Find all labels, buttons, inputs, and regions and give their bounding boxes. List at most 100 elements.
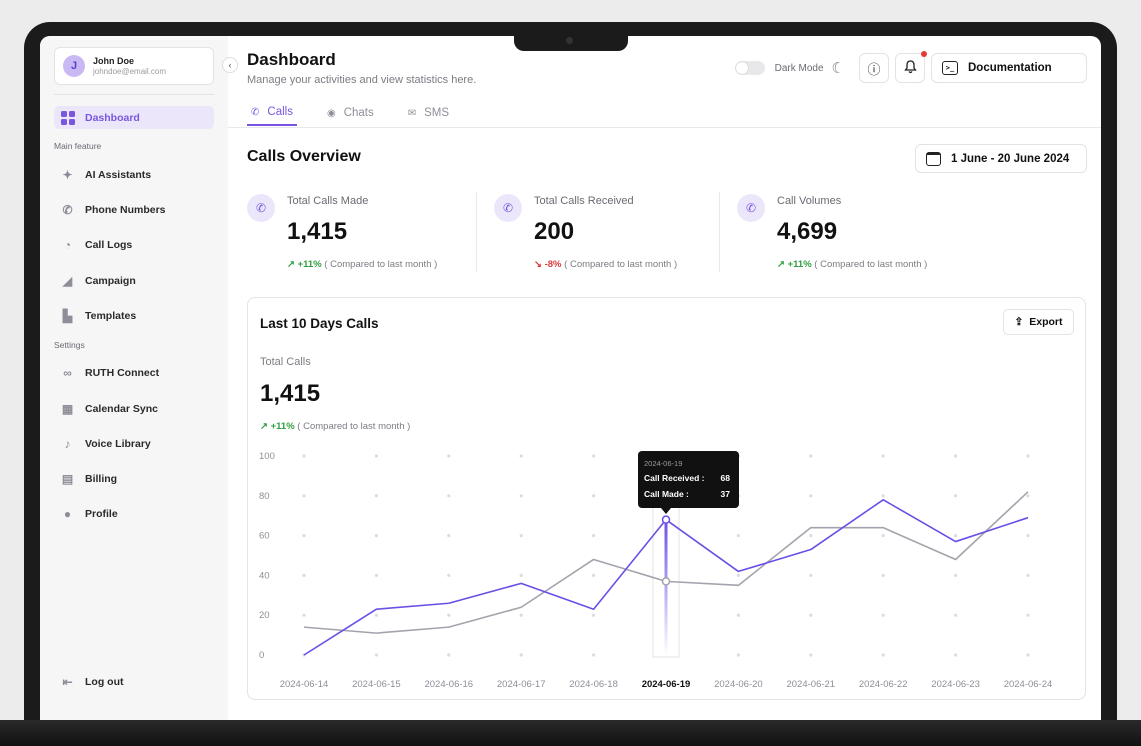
- dark-mode-toggle[interactable]: [734, 61, 765, 75]
- stat-label: Call Volumes: [777, 195, 842, 207]
- documentation-button[interactable]: >_ Documentation: [931, 53, 1087, 83]
- highlight-point-made: [661, 515, 671, 524]
- sidebar-item-ai-assistants[interactable]: ✦ AI Assistants: [54, 163, 214, 186]
- tab-chats[interactable]: ◉ Chats: [323, 100, 378, 126]
- dark-mode-label: Dark Mode: [774, 62, 824, 74]
- tab-calls[interactable]: ✆ Calls: [247, 100, 297, 126]
- collapse-sidebar-button[interactable]: ‹: [222, 57, 238, 73]
- main-content: Dashboard Manage your activities and vie…: [228, 36, 1101, 720]
- grid-dot: [447, 454, 451, 458]
- stat-divider: [719, 192, 720, 272]
- sidebar-item-ruth-connect[interactable]: ∞ RUTH Connect: [54, 362, 214, 385]
- tabs-divider: [228, 127, 1101, 128]
- sidebar-item-billing[interactable]: ▤ Billing: [54, 468, 214, 491]
- grid-dot: [302, 613, 306, 617]
- grid-dot: [519, 573, 523, 577]
- notifications-button[interactable]: [895, 51, 927, 83]
- calendar-icon: ▦: [61, 401, 74, 416]
- logout-button[interactable]: ⇤ Log out: [54, 671, 131, 694]
- grid-dot: [592, 454, 596, 458]
- grid-dot: [736, 573, 740, 577]
- tab-label: Chats: [343, 107, 374, 119]
- stat-change: ↗ +11% ( Compared to last month ): [777, 259, 927, 270]
- sidebar-item-label: AI Assistants: [85, 168, 152, 181]
- sidebar-item-templates[interactable]: ▙ Templates: [54, 304, 214, 327]
- grid-dot: [881, 573, 885, 577]
- sidebar-item-label: Campaign: [85, 274, 136, 287]
- grid-dot: [592, 613, 596, 617]
- tab-bar: ✆ Calls ◉ Chats ✉ SMS: [247, 100, 453, 126]
- sidebar-item-label: Phone Numbers: [85, 204, 166, 217]
- grid-dot: [302, 534, 306, 538]
- grid-dot: [519, 653, 523, 657]
- sidebar-item-calendar-sync[interactable]: ▦ Calendar Sync: [54, 397, 214, 420]
- trend-up-icon: ↗: [287, 259, 295, 270]
- history-icon: ◔: [63, 238, 72, 253]
- grid-dot: [447, 534, 451, 538]
- sidebar: J John Doe johndoe@email.com Dashboard M…: [40, 36, 228, 720]
- grid-dot: [736, 613, 740, 617]
- sidebar-item-label: Templates: [85, 309, 137, 322]
- incoming-call-icon: ✆: [494, 194, 522, 222]
- highlight-point-received: [661, 577, 671, 586]
- sidebar-item-campaign[interactable]: ◢ Campaign: [54, 269, 214, 292]
- sidebar-item-label: Call Logs: [85, 239, 133, 252]
- grid-dot: [954, 534, 958, 538]
- sidebar-item-label: Profile: [85, 508, 118, 521]
- trend-down-icon: ↘: [534, 259, 542, 270]
- grid-dot: [809, 454, 813, 458]
- grid-dot: [519, 494, 523, 498]
- grid-dot: [1026, 534, 1030, 538]
- grid-dot: [809, 494, 813, 498]
- tab-label: Calls: [267, 106, 293, 118]
- stat-change-value: -8%: [544, 259, 562, 270]
- y-tick-label: 80: [259, 491, 270, 502]
- grid-dot: [1026, 653, 1030, 657]
- sidebar-item-voice-library[interactable]: ♪ Voice Library: [54, 432, 214, 455]
- sidebar-item-label: Dashboard: [85, 111, 140, 124]
- sidebar-item-label: RUTH Connect: [85, 367, 160, 380]
- date-range-picker[interactable]: 1 June - 20 June 2024: [915, 144, 1087, 173]
- calendar-icon: [926, 151, 941, 166]
- grid-dot: [881, 613, 885, 617]
- grid-dot: [809, 653, 813, 657]
- highlight-line: [664, 519, 668, 655]
- grid-dot: [302, 573, 306, 577]
- x-tick-label: 2024-06-24: [1004, 679, 1053, 690]
- tab-sms[interactable]: ✉ SMS: [404, 100, 453, 126]
- sidebar-item-profile[interactable]: ● Profile: [54, 503, 214, 526]
- grid-dot: [374, 454, 378, 458]
- help-icon: ⓘ: [867, 61, 881, 77]
- sidebar-item-label: Calendar Sync: [85, 402, 158, 415]
- grid-dot: [881, 454, 885, 458]
- grid-dot: [374, 534, 378, 538]
- sidebar-item-call-logs[interactable]: ◔ Call Logs: [54, 234, 214, 257]
- grid-dot: [1026, 454, 1030, 458]
- grid-dot: [736, 534, 740, 538]
- grid-dot: [374, 573, 378, 577]
- grid-dot: [374, 494, 378, 498]
- trend-up-icon: ↗: [777, 259, 785, 270]
- documentation-label: Documentation: [968, 62, 1052, 74]
- sidebar-item-phone-numbers[interactable]: ✆ Phone Numbers: [54, 199, 214, 222]
- line-chart[interactable]: 0 20 40 60 80 100 2024-06-14 2024-06-15 2024-06-…: [248, 298, 1087, 701]
- stat-change-value: +11%: [787, 259, 812, 270]
- grid-dot: [592, 494, 596, 498]
- grid-dot: [592, 573, 596, 577]
- stat-call-volumes: ✆ Call Volumes 4,699 ↗ +11% ( Compared t…: [737, 192, 977, 272]
- help-button[interactable]: ⓘ: [859, 53, 889, 83]
- user-card[interactable]: J John Doe johndoe@email.com: [54, 47, 214, 85]
- profile-icon: ●: [63, 507, 72, 522]
- grid-dot: [1026, 573, 1030, 577]
- laptop-base: [0, 720, 1141, 746]
- sidebar-divider: [54, 94, 214, 95]
- grid-dot: [954, 454, 958, 458]
- logout-label: Log out: [85, 676, 124, 689]
- y-tick-label: 60: [259, 531, 270, 542]
- tooltip-row-label: Call Made :: [644, 489, 689, 499]
- tooltip-date: 2024-06-19: [644, 459, 682, 468]
- sidebar-item-dashboard[interactable]: Dashboard: [54, 106, 214, 129]
- grid-dot: [447, 613, 451, 617]
- bell-icon: [903, 59, 917, 77]
- y-tick-label: 20: [259, 610, 270, 621]
